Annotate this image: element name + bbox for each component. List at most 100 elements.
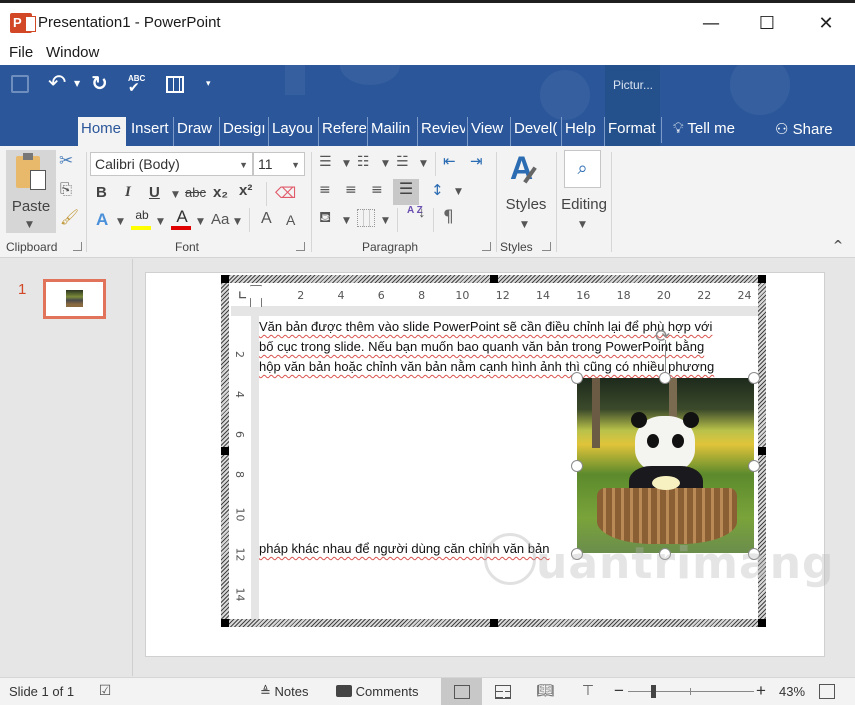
underline-dropdown-icon[interactable]: ▼ xyxy=(172,190,179,200)
styles-button[interactable]: A Styles ▼ xyxy=(500,148,552,236)
frame-handle[interactable] xyxy=(221,619,229,627)
frame-handle[interactable] xyxy=(758,275,766,283)
text-effects-dropdown-icon[interactable]: ▼ xyxy=(117,217,124,227)
zoom-level[interactable]: 43% xyxy=(779,684,805,699)
subscript-button[interactable]: x₂ xyxy=(213,184,228,201)
fit-to-window-icon[interactable] xyxy=(819,684,835,699)
text-effects-button[interactable]: A xyxy=(96,210,108,230)
borders-icon[interactable] xyxy=(357,209,375,227)
font-size-dropdown[interactable]: 11 ▼ xyxy=(253,152,305,176)
resize-handle[interactable] xyxy=(659,372,671,384)
tell-me-search[interactable]: 💡︎ Tell me xyxy=(670,117,738,146)
menu-window[interactable]: Window xyxy=(46,44,99,61)
numbering-icon[interactable]: ☷ xyxy=(357,154,370,170)
rotate-handle-icon[interactable]: ⟳ xyxy=(655,326,670,347)
resize-handle[interactable] xyxy=(571,460,583,472)
align-center-icon[interactable]: ≡ xyxy=(345,182,357,198)
frame-handle[interactable] xyxy=(490,619,498,627)
frame-handle[interactable] xyxy=(221,275,229,283)
font-color-button[interactable]: A xyxy=(171,208,193,232)
accessibility-check-icon[interactable]: ☑ xyxy=(94,683,116,701)
cut-icon[interactable]: ✂ xyxy=(59,151,73,171)
increase-indent-icon[interactable]: ⇥ xyxy=(470,152,483,170)
clipboard-launcher-icon[interactable] xyxy=(73,242,82,251)
underline-button[interactable]: U xyxy=(149,184,160,201)
copy-icon[interactable]: ⎘ xyxy=(60,180,72,198)
borders-dropdown-icon[interactable]: ▼ xyxy=(382,216,389,226)
tab-developer[interactable]: Devel( xyxy=(510,117,559,146)
tab-layout[interactable]: Layou xyxy=(268,117,315,146)
tab-home[interactable]: Home xyxy=(78,117,126,146)
tab-mailings[interactable]: Mailin xyxy=(367,117,415,146)
document-text-top[interactable]: Văn bản được thêm vào slide PowerPoint s… xyxy=(259,317,758,379)
frame-handle[interactable] xyxy=(758,619,766,627)
resize-handle[interactable] xyxy=(748,372,760,384)
zoom-in-button[interactable]: + xyxy=(756,681,766,701)
reading-view-icon[interactable]: 📖︎ xyxy=(534,683,556,701)
tab-help[interactable]: Help xyxy=(561,117,599,146)
shrink-font-button[interactable]: A xyxy=(286,212,295,228)
font-launcher-icon[interactable] xyxy=(296,242,305,251)
minimize-button[interactable]: — xyxy=(688,11,734,37)
slideshow-icon[interactable]: ⊤ xyxy=(577,683,599,701)
shading-dropdown-icon[interactable]: ▼ xyxy=(343,216,350,226)
close-button[interactable]: ✕ xyxy=(803,11,849,37)
tab-references[interactable]: Refere xyxy=(318,117,366,146)
highlight-button[interactable]: ab xyxy=(131,208,153,232)
tab-review[interactable]: Reviev xyxy=(417,117,465,146)
italic-button[interactable]: I xyxy=(125,184,131,201)
decrease-indent-icon[interactable]: ⇤ xyxy=(443,152,456,170)
zoom-slider-thumb[interactable] xyxy=(651,685,656,698)
frame-handle[interactable] xyxy=(758,447,766,455)
tab-selector-icon[interactable]: ∟ xyxy=(238,289,247,302)
tab-insert[interactable]: Insert xyxy=(128,117,172,146)
numbering-dropdown-icon[interactable]: ▼ xyxy=(382,159,389,169)
superscript-button[interactable]: x² xyxy=(239,182,252,199)
highlight-dropdown-icon[interactable]: ▼ xyxy=(157,217,164,227)
slide-sorter-icon[interactable] xyxy=(495,685,511,699)
panda-in-basket-image[interactable] xyxy=(577,378,754,553)
bold-button[interactable]: B xyxy=(96,184,107,201)
bullets-icon[interactable]: ☰ xyxy=(319,154,332,170)
undo-dropdown-icon[interactable]: ▼ xyxy=(74,79,80,88)
customize-toolbar-icon[interactable]: ▾ xyxy=(206,79,211,89)
show-marks-icon[interactable]: ¶ xyxy=(443,207,454,227)
undo-icon[interactable]: ↶ xyxy=(48,71,66,96)
redo-icon[interactable]: ↻ xyxy=(91,71,108,95)
align-right-icon[interactable]: ≡ xyxy=(371,182,383,198)
table-draw-icon[interactable] xyxy=(166,76,184,93)
multilevel-list-icon[interactable]: ☱ xyxy=(396,154,409,170)
collapse-ribbon-icon[interactable]: ^ xyxy=(833,238,843,252)
font-color-dropdown-icon[interactable]: ▼ xyxy=(197,217,204,227)
multilevel-dropdown-icon[interactable]: ▼ xyxy=(420,159,427,169)
clear-formatting-icon[interactable]: ⌫ xyxy=(275,184,296,202)
resize-handle[interactable] xyxy=(748,460,760,472)
grow-font-button[interactable]: A xyxy=(261,210,272,228)
maximize-button[interactable]: ☐ xyxy=(744,11,790,37)
tab-draw[interactable]: Draw xyxy=(173,117,215,146)
paragraph-launcher-icon[interactable] xyxy=(482,242,491,251)
justify-icon[interactable]: ☰ xyxy=(393,179,419,205)
zoom-slider[interactable] xyxy=(628,691,754,692)
line-spacing-icon[interactable]: ↕ xyxy=(431,181,444,199)
tab-format[interactable]: Format xyxy=(604,117,659,146)
notes-button[interactable]: ≜ Notes xyxy=(260,684,309,700)
comments-button[interactable]: Comments xyxy=(336,684,418,699)
styles-launcher-icon[interactable] xyxy=(542,242,551,251)
editing-button[interactable]: ⌕ Editing ▼ xyxy=(559,148,609,236)
frame-handle[interactable] xyxy=(221,447,229,455)
menu-file[interactable]: File xyxy=(9,44,33,61)
tab-design[interactable]: Desigı xyxy=(219,117,266,146)
shading-icon[interactable]: ⛾ xyxy=(319,208,331,228)
sort-icon[interactable]: A Z ↓ xyxy=(407,205,429,220)
slide-thumbnail[interactable] xyxy=(43,279,106,319)
spelling-icon[interactable]: ABC ✔ xyxy=(128,74,145,95)
format-painter-icon[interactable]: 🖌︎ xyxy=(60,208,79,226)
change-case-dropdown-icon[interactable]: ▼ xyxy=(234,217,241,227)
change-case-button[interactable]: Aa xyxy=(211,211,229,228)
line-spacing-dropdown-icon[interactable]: ▼ xyxy=(455,187,462,197)
paste-button[interactable]: Paste ▼ xyxy=(6,150,56,233)
normal-view-button[interactable] xyxy=(441,678,482,705)
align-left-icon[interactable]: ≡ xyxy=(319,182,331,198)
save-icon[interactable] xyxy=(11,75,29,93)
